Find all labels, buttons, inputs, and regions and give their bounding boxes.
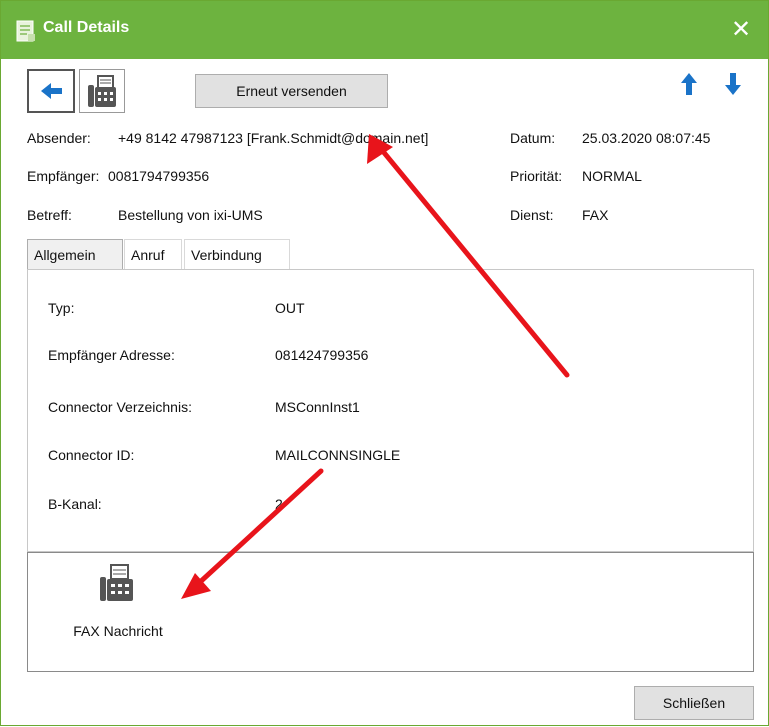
fax-icon [88, 75, 116, 107]
date-value: 25.03.2020 08:07:45 [582, 130, 711, 146]
service-value: FAX [582, 207, 609, 223]
resend-button[interactable]: Erneut versenden [195, 74, 388, 108]
subject-label: Betreff: [27, 207, 72, 223]
type-label: Typ: [48, 300, 75, 316]
call-details-window: Call Details ✕ Erneut versenden Absender… [0, 0, 769, 726]
connector-directory-label: Connector Verzeichnis: [48, 399, 192, 415]
priority-value: NORMAL [582, 168, 642, 184]
details-panel: Typ: OUT Empfänger Adresse: 081424799356… [27, 269, 754, 552]
back-button[interactable] [27, 69, 75, 113]
fax-button[interactable] [79, 69, 125, 113]
arrow-down-icon[interactable] [721, 69, 745, 99]
recipient-value: 0081794799356 [108, 168, 210, 184]
subject-value: Bestellung von ixi-UMS [118, 207, 263, 223]
type-value: OUT [275, 300, 305, 316]
b-channel-label: B-Kanal: [48, 496, 102, 512]
b-channel-value: 2 [275, 496, 283, 512]
sender-label: Absender: [27, 130, 91, 146]
connector-id-value: MAILCONNSINGLE [275, 447, 401, 463]
sender-value: +49 8142 47987123 [Frank.Schmidt@domain.… [118, 130, 429, 146]
connector-id-label: Connector ID: [48, 447, 135, 463]
tab-anruf[interactable]: Anruf [124, 239, 182, 269]
fax-attachment[interactable]: FAX Nachricht [28, 553, 208, 653]
tab-allgemein[interactable]: Allgemein [27, 239, 123, 270]
fax-icon [100, 564, 133, 601]
call-details-icon [16, 20, 35, 42]
recipient-address-label: Empfänger Adresse: [48, 347, 175, 363]
title-bar: Call Details ✕ [1, 1, 768, 59]
close-button[interactable]: Schließen [634, 686, 754, 720]
attachment-label: FAX Nachricht [73, 623, 163, 639]
tab-verbindung[interactable]: Verbindung [184, 239, 290, 269]
date-label: Datum: [510, 130, 556, 146]
close-icon[interactable]: ✕ [726, 15, 756, 45]
window-title: Call Details [43, 19, 130, 36]
connector-directory-value: MSConnInst1 [275, 399, 360, 415]
priority-label: Priorität: [510, 168, 563, 184]
service-label: Dienst: [510, 207, 554, 223]
attachment-area: FAX Nachricht [27, 552, 754, 672]
arrow-left-icon [41, 83, 62, 99]
arrow-up-icon[interactable] [677, 69, 701, 99]
recipient-address-value: 081424799356 [275, 347, 369, 363]
recipient-label: Empfänger: [27, 168, 100, 184]
